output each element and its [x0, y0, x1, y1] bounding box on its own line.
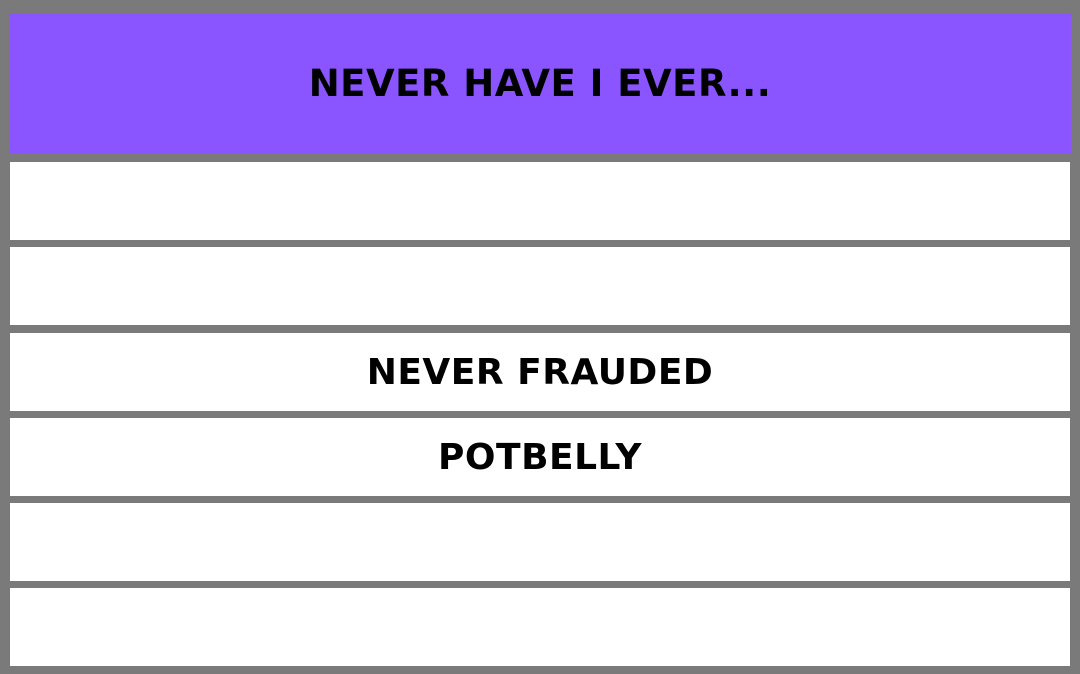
answer-slot-3[interactable]: NEVER FRAUDED — [10, 333, 1070, 411]
game-board: NEVER HAVE I EVER... NEVER FRAUDED POTBE… — [0, 0, 1080, 674]
answer-slot-4[interactable]: POTBELLY — [10, 418, 1070, 496]
answer-slot-label: POTBELLY — [438, 436, 642, 478]
answer-slot-label: NEVER FRAUDED — [366, 351, 714, 393]
answer-slot-2[interactable] — [10, 247, 1070, 325]
header-banner: NEVER HAVE I EVER... — [9, 13, 1071, 153]
answer-slot-6[interactable] — [10, 588, 1070, 666]
answer-slot-1[interactable] — [10, 162, 1070, 240]
answer-slot-5[interactable] — [10, 503, 1070, 581]
header-title: NEVER HAVE I EVER... — [308, 61, 772, 105]
